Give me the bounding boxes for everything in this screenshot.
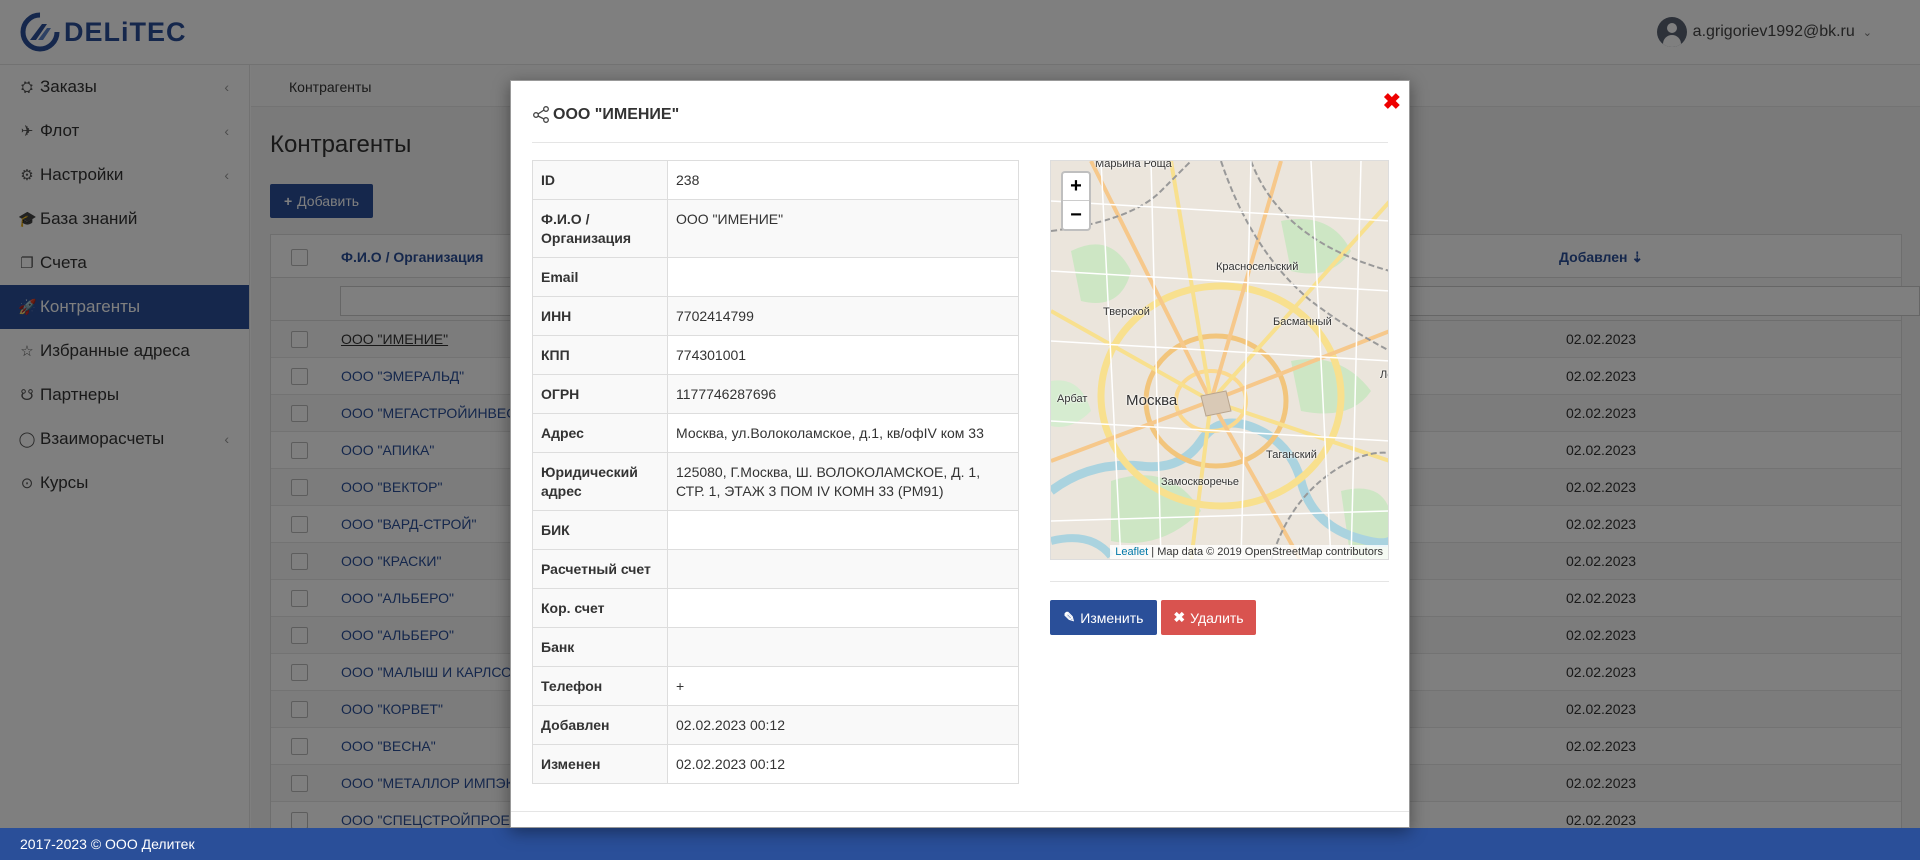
detail-key: Адрес xyxy=(533,414,668,452)
detail-key: Юридический адрес xyxy=(533,453,668,510)
divider xyxy=(1050,581,1389,582)
map-place-label: Тверской xyxy=(1103,306,1150,318)
modal-footer-divider xyxy=(511,811,1409,812)
map-place-label: Таганский xyxy=(1266,449,1317,461)
detail-row: Кор. счет xyxy=(533,589,1018,628)
detail-row: ИНН 7702414799 xyxy=(533,297,1018,336)
delete-button-label: Удалить xyxy=(1190,609,1244,626)
detail-value: 1177746287696 xyxy=(668,375,1018,413)
delete-icon: ✖ xyxy=(1173,609,1186,625)
detail-key: Телефон xyxy=(533,667,668,705)
detail-key: Изменен xyxy=(533,745,668,783)
detail-key: Добавлен xyxy=(533,706,668,744)
detail-key: Ф.И.О / Организация xyxy=(533,200,668,257)
edit-button-label: Изменить xyxy=(1080,609,1144,626)
attribution-text: | Map data © 2019 OpenStreetMap contribu… xyxy=(1148,546,1383,558)
map-tiles xyxy=(1051,161,1388,559)
detail-value xyxy=(668,511,1018,549)
edit-button[interactable]: ✎ Изменить xyxy=(1050,600,1157,635)
share-icon xyxy=(533,106,549,123)
map-place-label: Арбат xyxy=(1057,393,1088,405)
detail-row: Ф.И.О / Организация ООО "ИМЕНИЕ" xyxy=(533,200,1018,258)
map-place-label: Москва xyxy=(1126,392,1178,409)
detail-row: Изменен 02.02.2023 00:12 xyxy=(533,745,1018,783)
detail-row: БИК xyxy=(533,511,1018,550)
zoom-out-button[interactable]: − xyxy=(1063,201,1089,229)
detail-row: ОГРН 1177746287696 xyxy=(533,375,1018,414)
detail-value: 125080, Г.Москва, Ш. ВОЛОКОЛАМСКОЕ, Д. 1… xyxy=(668,453,1018,510)
leaflet-link[interactable]: Leaflet xyxy=(1115,546,1148,558)
detail-value: ООО "ИМЕНИЕ" xyxy=(668,200,1018,257)
detail-value: + xyxy=(668,667,1018,705)
map-place-label: Марьина Роща xyxy=(1095,160,1172,170)
detail-row: Адрес Москва, ул.Волоколамское, д.1, кв/о… xyxy=(533,414,1018,453)
map-place-label: Басманный xyxy=(1273,316,1332,328)
detail-key: Email xyxy=(533,258,668,296)
detail-key: БИК xyxy=(533,511,668,549)
map-place-label: Ле xyxy=(1380,369,1388,381)
edit-icon: ✎ xyxy=(1063,609,1076,625)
detail-value xyxy=(668,550,1018,588)
counterparty-modal: ✖ ООО "ИМЕНИЕ" ID 238 Ф.И.О / Организация О… xyxy=(510,80,1410,828)
detail-key: КПП xyxy=(533,336,668,374)
detail-value xyxy=(668,258,1018,296)
detail-value: Москва, ул.Волоколамское, д.1, кв/офIV к… xyxy=(668,414,1018,452)
detail-value: 02.02.2023 00:12 xyxy=(668,745,1018,783)
detail-value: 02.02.2023 00:12 xyxy=(668,706,1018,744)
detail-row: ID 238 xyxy=(533,161,1018,200)
map[interactable]: Марьина Роща Красносельский Тверской Басман… xyxy=(1050,160,1389,560)
modal-header: ООО "ИМЕНИЕ" xyxy=(532,103,1388,143)
detail-value: 7702414799 xyxy=(668,297,1018,335)
map-place-label: Красносельский xyxy=(1216,261,1299,273)
detail-row: Добавлен 02.02.2023 00:12 xyxy=(533,706,1018,745)
detail-value xyxy=(668,589,1018,627)
zoom-in-button[interactable]: + xyxy=(1063,173,1089,201)
map-attribution: Leaflet | Map data © 2019 OpenStreetMap … xyxy=(1110,545,1388,559)
footer-copyright: 2017-2023 © ООО Делитек xyxy=(20,836,195,852)
details-table: ID 238 Ф.И.О / Организация ООО "ИМЕНИЕ" Emai… xyxy=(532,160,1019,784)
map-place-label: Замоскворечье xyxy=(1161,476,1240,488)
detail-key: ИНН xyxy=(533,297,668,335)
modal-title: ООО "ИМЕНИЕ" xyxy=(553,106,680,123)
detail-key: Банк xyxy=(533,628,668,666)
detail-key: Расчетный счет xyxy=(533,550,668,588)
delete-button[interactable]: ✖ Удалить xyxy=(1161,600,1256,635)
map-zoom-control: + − xyxy=(1061,171,1091,231)
detail-row: Телефон + xyxy=(533,667,1018,706)
detail-row: Email xyxy=(533,258,1018,297)
detail-key: Кор. счет xyxy=(533,589,668,627)
detail-row: КПП 774301001 xyxy=(533,336,1018,375)
detail-value: 774301001 xyxy=(668,336,1018,374)
footer: 2017-2023 © ООО Делитек xyxy=(0,828,1920,860)
detail-key: ОГРН xyxy=(533,375,668,413)
detail-row: Банк xyxy=(533,628,1018,667)
detail-row: Юридический адрес 125080, Г.Москва, Ш. ВО… xyxy=(533,453,1018,511)
detail-row: Расчетный счет xyxy=(533,550,1018,589)
detail-value: 238 xyxy=(668,161,1018,199)
detail-key: ID xyxy=(533,161,668,199)
detail-value xyxy=(668,628,1018,666)
